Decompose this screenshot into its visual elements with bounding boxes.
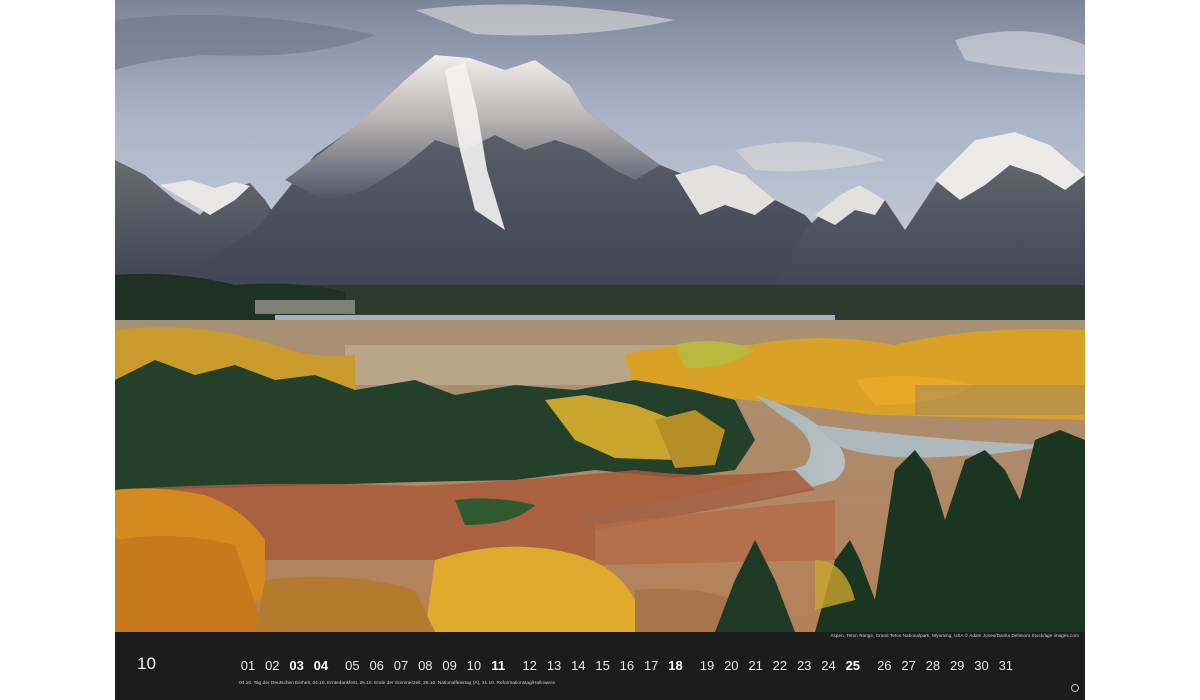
day-31: 31 bbox=[998, 658, 1014, 673]
photo-credit: Aspen, Teton Range, Grand Teton National… bbox=[830, 633, 1079, 638]
day-28: 28 bbox=[925, 658, 941, 673]
day-30: 30 bbox=[974, 658, 989, 673]
day-12: 12 bbox=[522, 658, 537, 673]
day-21: 21 bbox=[748, 658, 763, 673]
day-23: 23 bbox=[796, 658, 812, 673]
day-26: 26 bbox=[877, 658, 892, 673]
day-11: 11 bbox=[491, 658, 506, 673]
day-18: 18 bbox=[668, 658, 683, 673]
day-08: 08 bbox=[418, 658, 433, 673]
day-07: 07 bbox=[393, 658, 409, 673]
day-04: 04 bbox=[313, 658, 329, 673]
landscape-photo bbox=[115, 0, 1085, 632]
day-10: 10 bbox=[466, 658, 482, 673]
day-06: 06 bbox=[369, 658, 384, 673]
day-01: 01 bbox=[240, 658, 256, 673]
day-14: 14 bbox=[571, 658, 586, 673]
day-19: 19 bbox=[699, 658, 715, 673]
day-22: 22 bbox=[772, 658, 788, 673]
day-02: 02 bbox=[265, 658, 280, 673]
holiday-note: 03.10. Tag der Deutschen Einheit, 04.10.… bbox=[239, 681, 556, 686]
day-27: 27 bbox=[901, 658, 916, 673]
calendar-page: Aspen, Teton Range, Grand Teton National… bbox=[115, 0, 1085, 700]
page-indicator-dot bbox=[1071, 684, 1079, 692]
day-25: 25 bbox=[845, 658, 861, 673]
day-05: 05 bbox=[345, 658, 360, 673]
day-09: 09 bbox=[442, 658, 457, 673]
day-17: 17 bbox=[643, 658, 659, 673]
day-13: 13 bbox=[546, 658, 562, 673]
day-list: 01 02 03 04 05 06 07 08 09 10 11 12 13 14 15 16 17 18 19 20… bbox=[115, 658, 1085, 678]
day-15: 15 bbox=[595, 658, 610, 673]
day-16: 16 bbox=[619, 658, 635, 673]
day-20: 20 bbox=[724, 658, 739, 673]
day-03: 03 bbox=[289, 658, 304, 673]
date-strip: 10 01 02 03 04 05 06 07 08 09 10 11 12 13 14 15 16 17 18 1… bbox=[115, 640, 1085, 700]
day-24: 24 bbox=[821, 658, 836, 673]
day-29: 29 bbox=[949, 658, 965, 673]
